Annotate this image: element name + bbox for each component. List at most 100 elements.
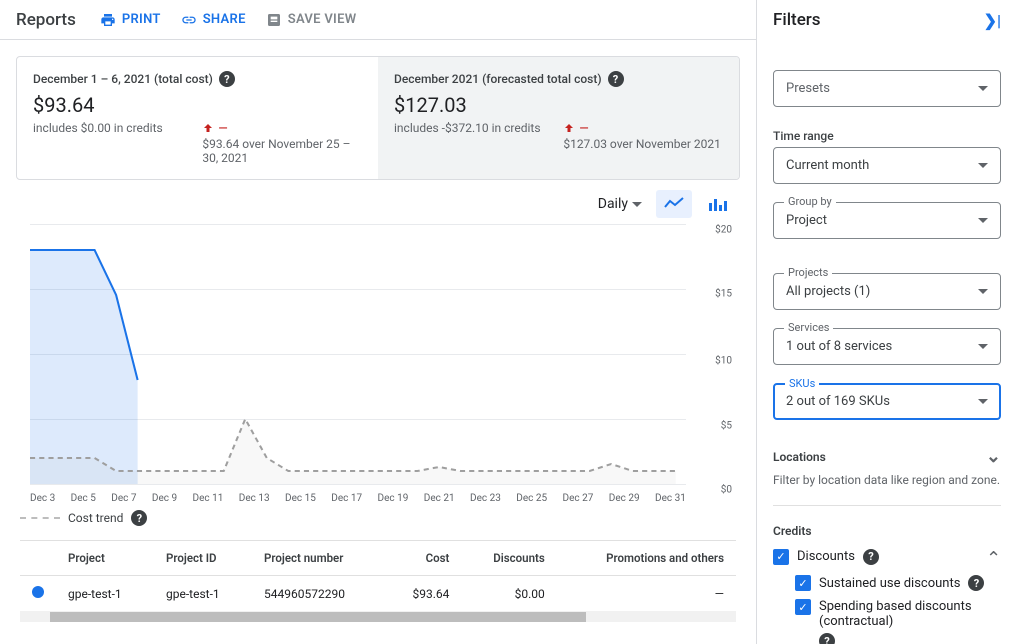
save-view-label: SAVE VIEW — [288, 12, 357, 27]
granularity-dropdown[interactable]: Daily — [598, 196, 642, 212]
series-color-dot — [32, 586, 44, 598]
page-title: Reports — [16, 10, 76, 30]
skus-select[interactable]: SKUs 2 out of 169 SKUs — [773, 383, 1001, 420]
locations-section-toggle[interactable]: Locations ⌄ — [773, 442, 1001, 471]
x-tick: Dec 3 — [30, 493, 55, 504]
line-chart-icon — [664, 197, 684, 211]
x-tick: Dec 25 — [516, 493, 547, 504]
print-icon — [100, 12, 116, 28]
spending-based-checkbox[interactable]: ✓ — [795, 599, 811, 615]
x-tick: Dec 29 — [609, 493, 640, 504]
x-tick: Dec 15 — [285, 493, 316, 504]
line-chart-toggle[interactable] — [656, 190, 692, 218]
current-cost-amount: $93.64 — [33, 93, 362, 117]
cost-table: Project Project ID Project number Cost D… — [20, 541, 736, 612]
print-button[interactable]: PRINT — [100, 12, 161, 28]
chevron-down-icon — [978, 86, 988, 91]
x-tick: Dec 27 — [563, 493, 594, 504]
granularity-value: Daily — [598, 196, 628, 212]
forecast-change-text: $127.03 over November 2021 — [563, 137, 721, 151]
col-project-id[interactable]: Project ID — [154, 541, 252, 576]
group-by-value: Project — [786, 213, 827, 228]
presets-value: Presets — [786, 81, 830, 96]
time-range-select[interactable]: Current month — [773, 147, 1001, 184]
current-change-indicator: — — [202, 121, 362, 135]
x-tick: Dec 13 — [239, 493, 270, 504]
bar-chart-toggle[interactable] — [700, 190, 736, 218]
x-tick: Dec 11 — [193, 493, 224, 504]
help-icon[interactable]: ? — [219, 71, 235, 87]
skus-label: SKUs — [785, 377, 819, 390]
chevron-down-icon — [978, 218, 988, 223]
locations-label: Locations — [773, 450, 826, 464]
services-label: Services — [784, 321, 833, 334]
cell-number: 544960572290 — [252, 576, 385, 612]
col-promotions[interactable]: Promotions and others — [557, 541, 736, 576]
sustained-use-checkbox[interactable]: ✓ — [795, 575, 811, 591]
chevron-down-icon: ⌄ — [986, 446, 1001, 467]
save-view-icon — [266, 12, 282, 28]
services-value: 1 out of 8 services — [786, 339, 892, 354]
horizontal-scrollbar[interactable] — [20, 612, 736, 622]
projects-select[interactable]: Projects All projects (1) — [773, 273, 1001, 310]
col-project[interactable]: Project — [56, 541, 154, 576]
x-tick: Dec 7 — [111, 493, 136, 504]
current-change-text: $93.64 over November 25 – 30, 2021 — [202, 137, 362, 165]
current-credits-note: includes $0.00 in credits — [33, 121, 184, 165]
col-discounts[interactable]: Discounts — [461, 541, 556, 576]
y-tick: $0 — [721, 485, 732, 496]
locations-hint: Filter by location data like region and … — [773, 473, 1001, 487]
cost-chart: $20 $15 $10 $5 $0 Dec 3 Dec 5 Dec 7 Dec … — [20, 224, 736, 504]
discounts-checkbox[interactable]: ✓ — [773, 549, 789, 565]
cell-project: gpe-test-1 — [56, 576, 154, 612]
forecast-cost-amount: $127.03 — [394, 93, 723, 117]
filters-title: Filters — [773, 10, 821, 30]
x-tick: Dec 9 — [152, 493, 177, 504]
time-range-value: Current month — [786, 158, 869, 173]
y-tick: $20 — [715, 224, 732, 235]
cell-cost: $93.64 — [385, 576, 462, 612]
chevron-up-icon[interactable]: ⌄ — [986, 546, 1001, 567]
share-label: SHARE — [203, 12, 246, 27]
current-cost-caption: December 1 – 6, 2021 (total cost) — [33, 72, 213, 86]
chevron-down-icon — [978, 344, 988, 349]
x-tick: Dec 23 — [470, 493, 501, 504]
credits-label: Credits — [773, 524, 1001, 538]
help-icon[interactable]: ? — [819, 633, 835, 644]
cell-id: gpe-test-1 — [154, 576, 252, 612]
share-button[interactable]: SHARE — [181, 12, 246, 28]
link-icon — [181, 12, 197, 28]
col-cost[interactable]: Cost — [385, 541, 462, 576]
help-icon[interactable]: ? — [131, 510, 147, 526]
col-project-number[interactable]: Project number — [252, 541, 385, 576]
presets-select[interactable]: Presets — [773, 70, 1001, 107]
skus-value: 2 out of 169 SKUs — [786, 394, 890, 409]
legend-label: Cost trend — [68, 511, 123, 525]
collapse-sidebar-icon[interactable]: ❯| — [984, 11, 1001, 30]
group-by-select[interactable]: Group by Project — [773, 202, 1001, 239]
spending-based-label: Spending based discounts (contractual) — [819, 599, 1001, 629]
help-icon[interactable]: ? — [968, 575, 984, 591]
chart-legend: Cost trend ? — [0, 504, 756, 540]
discounts-label: Discounts — [797, 549, 855, 564]
help-icon[interactable]: ? — [863, 549, 879, 565]
help-icon[interactable]: ? — [608, 71, 624, 87]
table-row[interactable]: gpe-test-1 gpe-test-1 544960572290 $93.6… — [20, 576, 736, 612]
arrow-up-icon — [202, 122, 214, 134]
x-tick: Dec 21 — [424, 493, 455, 504]
legend-dash — [20, 517, 60, 519]
services-select[interactable]: Services 1 out of 8 services — [773, 328, 1001, 365]
save-view-button[interactable]: SAVE VIEW — [266, 12, 357, 28]
x-tick: Dec 19 — [378, 493, 409, 504]
projects-label: Projects — [784, 266, 832, 279]
chevron-down-icon — [632, 202, 642, 207]
y-tick: $15 — [715, 289, 732, 300]
cell-discounts: $0.00 — [461, 576, 556, 612]
forecast-change-indicator: — — [563, 121, 721, 135]
arrow-up-icon — [563, 122, 575, 134]
group-by-label: Group by — [784, 195, 836, 208]
x-tick: Dec 5 — [71, 493, 96, 504]
x-tick: Dec 17 — [331, 493, 362, 504]
time-range-label: Time range — [773, 129, 1001, 143]
chevron-down-icon — [978, 163, 988, 168]
